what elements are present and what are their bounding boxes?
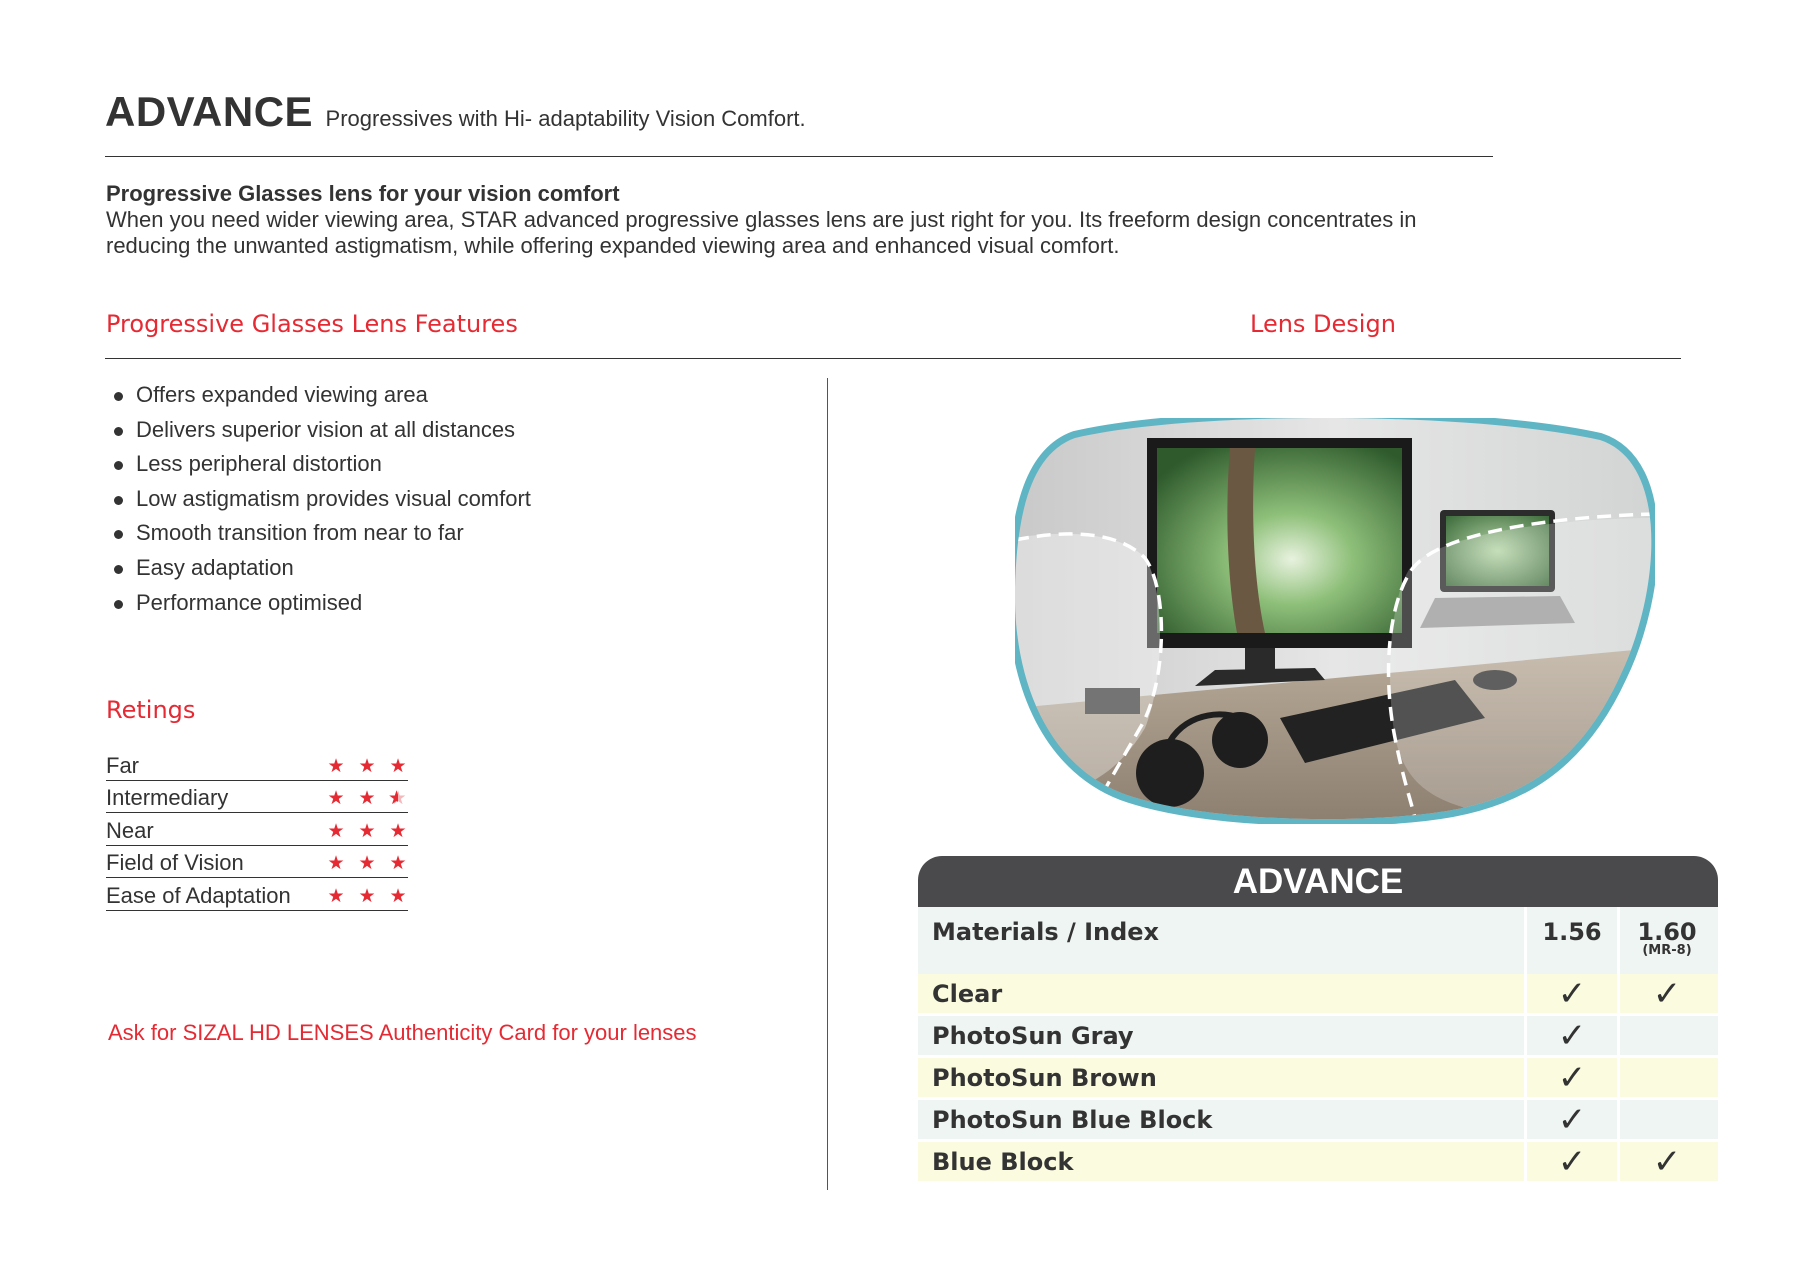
feature-item: Less peripheral distortion (112, 447, 531, 482)
rating-row: Ease of Adaptation ★ ★ ★ (106, 878, 408, 911)
intro-heading: Progressive Glasses lens for your vision… (106, 181, 620, 206)
rating-stars: ★ ★ ★ (326, 854, 408, 877)
star-full-icon: ★ (389, 820, 407, 842)
check-icon-160: ✓ (1617, 1142, 1714, 1182)
star-full-icon: ★ (358, 788, 376, 809)
rating-label: Field of Vision (106, 850, 244, 875)
authenticity-note: Ask for SIZAL HD LENSES Authenticity Car… (108, 1020, 697, 1045)
materials-index-label: Materials / Index (932, 918, 1160, 946)
section-divider (105, 358, 1681, 359)
check-icon-160 (1617, 1016, 1714, 1055)
check-icon-160 (1617, 1058, 1714, 1097)
star-full-icon: ★ (389, 885, 407, 907)
check-icon-160: ✓ (1617, 974, 1714, 1014)
check-icon-156: ✓ (1524, 974, 1617, 1014)
material-name: PhotoSun Brown (932, 1064, 1157, 1092)
material-name: Blue Block (932, 1148, 1074, 1176)
features-list: Offers expanded viewing area Delivers su… (112, 378, 531, 620)
lens-design-illustration (1015, 418, 1655, 824)
rating-stars: ★ ★ ★ ★ (326, 789, 408, 812)
star-full-icon: ★ (389, 853, 407, 874)
feature-item: Easy adaptation (112, 551, 531, 586)
check-icon-156: ✓ (1524, 1058, 1617, 1098)
table-row: PhotoSun Brown ✓ (918, 1058, 1718, 1098)
index-156-label: 1.56 (1542, 918, 1602, 946)
star-half-icon: ★ ★ (388, 788, 407, 809)
table-header-row: Materials / Index 1.56 1.60 (MR-8) (918, 907, 1718, 974)
header-divider (105, 156, 1493, 157)
material-name: PhotoSun Blue Block (932, 1106, 1213, 1134)
feature-item: Smooth transition from near to far (112, 516, 531, 551)
star-full-icon: ★ (358, 853, 376, 874)
rating-label: Far (106, 752, 139, 778)
star-full-icon: ★ (358, 885, 376, 907)
page-header: ADVANCE Progressives with Hi- adaptabili… (105, 88, 806, 136)
lens-design-section-label: Lens Design (1250, 310, 1396, 338)
rating-label: Near (106, 817, 154, 843)
ratings-table: Far ★ ★ ★ Intermediary ★ ★ ★ ★ Near ★ ★ ★ Field of Vi… (106, 748, 408, 911)
feature-item: Performance optimised (112, 586, 531, 621)
table-row: PhotoSun Blue Block ✓ (918, 1100, 1718, 1140)
star-full-icon: ★ (389, 755, 407, 777)
star-full-icon: ★ (327, 853, 345, 874)
intro-block: Progressive Glasses lens for your vision… (106, 181, 1506, 259)
feature-item: Offers expanded viewing area (112, 378, 531, 413)
rating-stars: ★ ★ ★ (326, 820, 408, 845)
ratings-section-label: Retings (106, 696, 196, 724)
page-subtitle: Progressives with Hi- adaptability Visio… (325, 106, 806, 131)
rating-stars: ★ ★ ★ (326, 755, 408, 780)
material-name: Clear (932, 980, 1003, 1008)
star-full-icon: ★ (327, 820, 345, 842)
rating-row: Intermediary ★ ★ ★ ★ (106, 781, 408, 813)
rating-row: Near ★ ★ ★ (106, 813, 408, 846)
page-title: ADVANCE (105, 88, 314, 135)
column-divider (827, 378, 828, 1190)
check-icon-156: ✓ (1524, 1100, 1617, 1140)
star-full-icon: ★ (358, 755, 376, 777)
rating-label: Ease of Adaptation (106, 882, 291, 908)
index-header-160: 1.60 (MR-8) (1617, 907, 1714, 974)
material-name: PhotoSun Gray (932, 1022, 1134, 1050)
table-row: PhotoSun Gray ✓ (918, 1016, 1718, 1056)
features-section-label: Progressive Glasses Lens Features (106, 310, 518, 338)
rating-stars: ★ ★ ★ (326, 885, 408, 910)
star-full-icon: ★ (327, 885, 345, 907)
table-row: Blue Block ✓ ✓ (918, 1142, 1718, 1182)
intro-body: When you need wider viewing area, STAR a… (106, 207, 1417, 258)
index-header-156: 1.56 (1524, 907, 1617, 974)
rating-label: Intermediary (106, 785, 229, 810)
table-title: ADVANCE (918, 856, 1718, 907)
check-icon-156: ✓ (1524, 1142, 1617, 1182)
check-icon-160 (1617, 1100, 1714, 1139)
check-icon-156: ✓ (1524, 1016, 1617, 1056)
rating-row: Far ★ ★ ★ (106, 748, 408, 781)
feature-item: Low astigmatism provides visual comfort (112, 482, 531, 517)
feature-item: Delivers superior vision at all distance… (112, 413, 531, 448)
star-full-icon: ★ (327, 788, 345, 809)
star-full-icon: ★ (358, 820, 376, 842)
index-160-note: (MR-8) (1642, 943, 1692, 958)
rating-row: Field of Vision ★ ★ ★ (106, 846, 408, 878)
table-row: Clear ✓ ✓ (918, 974, 1718, 1014)
star-full-icon: ★ (327, 755, 345, 777)
